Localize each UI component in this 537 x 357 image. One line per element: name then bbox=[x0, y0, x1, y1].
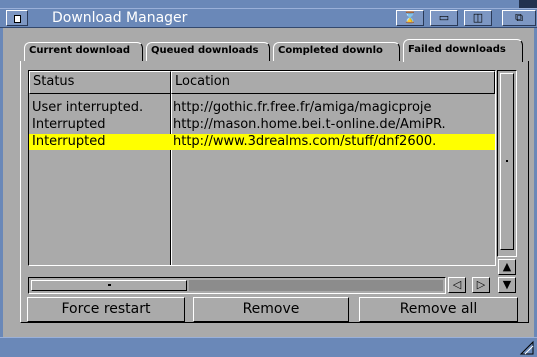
horizontal-scroll-track[interactable] bbox=[189, 280, 443, 291]
horizontal-scrollbar[interactable] bbox=[28, 277, 446, 294]
table-row[interactable]: User interrupted. http://gothic.fr.free.… bbox=[29, 100, 495, 116]
scroll-left-arrow-icon[interactable]: ◁ bbox=[448, 277, 466, 293]
scroll-right-arrow-icon[interactable]: ▷ bbox=[472, 277, 490, 293]
table-row-selected[interactable]: Interrupted http://www.3drealms.com/stuf… bbox=[29, 134, 495, 150]
remove-all-button[interactable]: Remove all bbox=[359, 297, 518, 322]
title-bar[interactable]: Download Manager ⌛ ▭ ◫ ⧉ bbox=[0, 8, 537, 28]
download-manager-window: Download Manager ⌛ ▭ ◫ ⧉ Current downloa… bbox=[0, 0, 537, 357]
vertical-scrollbar[interactable] bbox=[497, 70, 517, 257]
force-restart-button[interactable]: Force restart bbox=[27, 297, 185, 322]
iconify-gadget-icon[interactable]: ▭ bbox=[430, 10, 458, 26]
remove-button[interactable]: Remove bbox=[193, 297, 349, 322]
window-title: Download Manager bbox=[52, 10, 188, 26]
tab-completed-downloads[interactable]: Completed downlo bbox=[273, 42, 400, 61]
close-gadget-icon[interactable] bbox=[6, 10, 28, 26]
screen-top-strip bbox=[0, 0, 537, 8]
status-bar bbox=[0, 337, 537, 357]
status-cell: User interrupted. bbox=[32, 100, 144, 115]
failed-downloads-list[interactable]: Status Location User interrupted. http:/… bbox=[28, 70, 496, 266]
tab-current-download[interactable]: Current download bbox=[24, 42, 143, 61]
location-cell: http://mason.home.bei.t-online.de/AmiPR. bbox=[173, 117, 446, 132]
screen-depth-notch bbox=[519, 0, 537, 8]
location-cell: http://www.3drealms.com/stuff/dnf2600. bbox=[173, 134, 437, 149]
zoom-gadget-icon[interactable]: ⌛ bbox=[396, 10, 424, 26]
column-header-status[interactable]: Status bbox=[29, 71, 171, 94]
table-row[interactable]: Interrupted http://mason.home.bei.t-onli… bbox=[29, 117, 495, 133]
depth-gadget-icon[interactable]: ◫ bbox=[464, 10, 492, 26]
tab-queued-downloads[interactable]: Queued downloads bbox=[146, 42, 270, 61]
location-cell: http://gothic.fr.free.fr/amiga/magicproj… bbox=[173, 100, 432, 115]
column-header-location[interactable]: Location bbox=[171, 71, 495, 94]
scroll-down-arrow-icon[interactable]: ▼ bbox=[498, 277, 516, 293]
horizontal-scroll-thumb[interactable] bbox=[31, 280, 187, 291]
scroll-up-arrow-icon[interactable]: ▲ bbox=[498, 259, 516, 275]
vertical-scroll-thumb[interactable] bbox=[500, 73, 514, 250]
window-left-border bbox=[0, 28, 3, 337]
list-header: Status Location bbox=[29, 71, 495, 95]
status-cell: Interrupted bbox=[32, 134, 106, 149]
window-resize-gadget-icon[interactable]: ⧉ bbox=[502, 10, 536, 26]
resize-handle-icon[interactable] bbox=[519, 340, 535, 356]
tab-failed-downloads[interactable]: Failed downloads bbox=[403, 39, 523, 62]
status-cell: Interrupted bbox=[32, 117, 106, 132]
